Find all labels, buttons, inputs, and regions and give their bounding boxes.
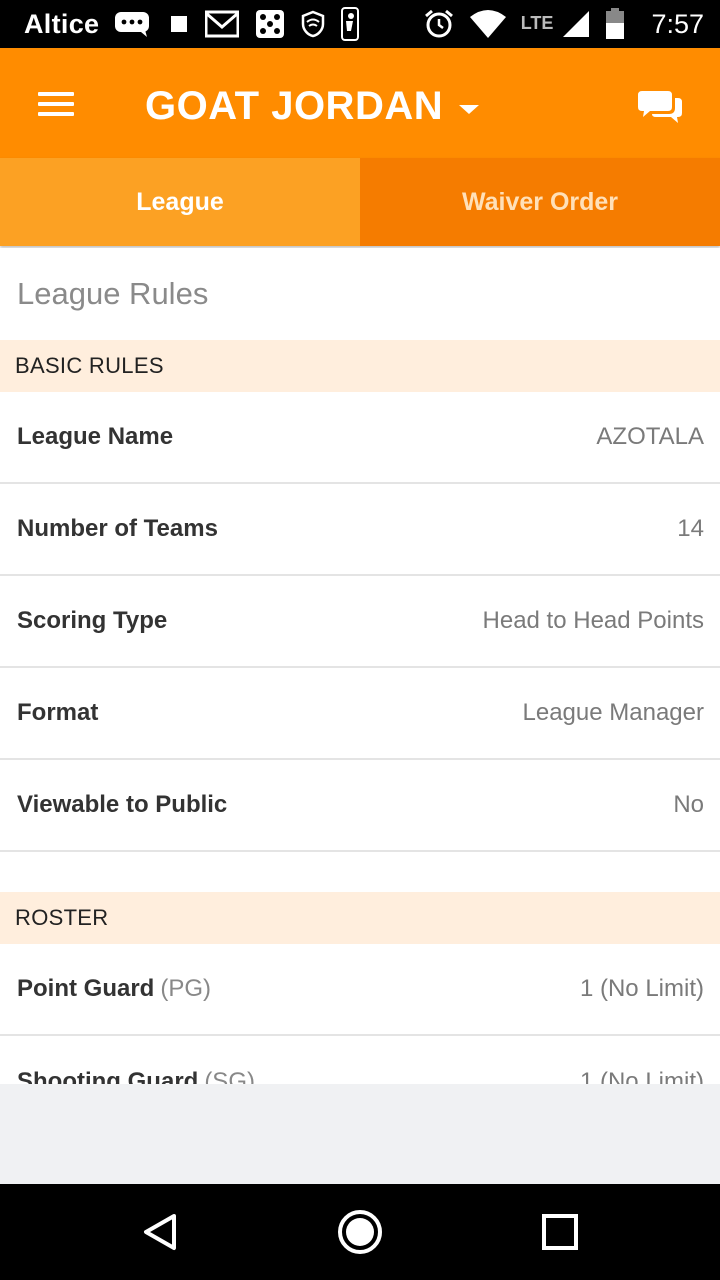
roster-row-point-guard: Point Guard (PG) 1 (No Limit) (0, 944, 720, 1036)
rule-value: Head to Head Points (482, 607, 704, 634)
rule-row-number-of-teams: Number of Teams 14 (0, 484, 720, 576)
gmail-icon (205, 10, 240, 38)
dice-icon (256, 10, 285, 38)
alarm-icon (424, 9, 453, 38)
battery-icon (606, 8, 625, 39)
team-name: GOAT JORDAN (145, 84, 444, 128)
rule-value: 14 (677, 515, 704, 542)
rule-value: AZOTALA (596, 423, 704, 450)
tab-league[interactable]: League (0, 158, 360, 246)
nba-icon (341, 7, 360, 41)
chat-icon[interactable] (638, 88, 682, 124)
roster-position-label: Point Guard (PG) (17, 975, 211, 1003)
home-icon[interactable] (336, 1208, 384, 1256)
shield-icon (302, 10, 325, 38)
roster-row-shooting-guard: Shooting Guard (SG) 1 (No Limit) (0, 1036, 720, 1084)
team-selector[interactable]: GOAT JORDAN (145, 84, 480, 129)
recents-icon[interactable] (536, 1208, 584, 1256)
app-bar: GOAT JORDAN (0, 48, 720, 158)
message-icon (115, 12, 150, 37)
network-type-label: LTE (520, 13, 554, 33)
page-title: League Rules (17, 276, 209, 311)
signal-icon (563, 11, 590, 37)
tab-waiver-order[interactable]: Waiver Order (360, 158, 720, 246)
position-abbr: (PG) (160, 975, 212, 1002)
wifi-icon (469, 10, 506, 38)
roster-slot-value: 1 (No Limit) (579, 975, 704, 1002)
rule-label: League Name (17, 423, 174, 450)
rule-row-format: Format League Manager (0, 668, 720, 760)
rule-row-league-name: League Name AZOTALA (0, 392, 720, 484)
league-rules-content[interactable]: League Rules BASIC RULES League Name AZO… (0, 248, 720, 1084)
clock: 7:57 (651, 8, 704, 39)
rule-label: Number of Teams (17, 515, 218, 542)
section-header-basic-rules: BASIC RULES (0, 340, 720, 392)
roster-position-label: Shooting Guard (SG) (17, 1068, 255, 1084)
dropdown-caret-icon (459, 105, 480, 114)
tab-bar: League Waiver Order (0, 158, 720, 246)
section-header-roster: ROSTER (0, 892, 720, 944)
carrier-label: Altice (24, 8, 100, 39)
position-name: Shooting Guard (17, 1068, 199, 1084)
bottom-empty-area (0, 1084, 720, 1184)
rule-row-viewable-to-public: Viewable to Public No (0, 760, 720, 852)
rule-label: Viewable to Public (17, 791, 228, 818)
rule-value: No (673, 791, 704, 818)
rule-row-scoring-type: Scoring Type Head to Head Points (0, 576, 720, 668)
system-navigation-bar (0, 1184, 720, 1280)
status-bar: Altice LTE 7:57 (0, 0, 720, 48)
rule-label: Format (17, 699, 99, 726)
position-name: Point Guard (17, 975, 155, 1002)
position-abbr: (SG) (204, 1068, 255, 1084)
hamburger-menu-icon[interactable] (38, 92, 74, 116)
square-icon (171, 16, 188, 32)
rule-value: League Manager (522, 699, 704, 726)
back-icon[interactable] (136, 1208, 184, 1256)
rule-label: Scoring Type (17, 607, 168, 634)
roster-slot-value: 1 (No Limit) (579, 1068, 704, 1084)
